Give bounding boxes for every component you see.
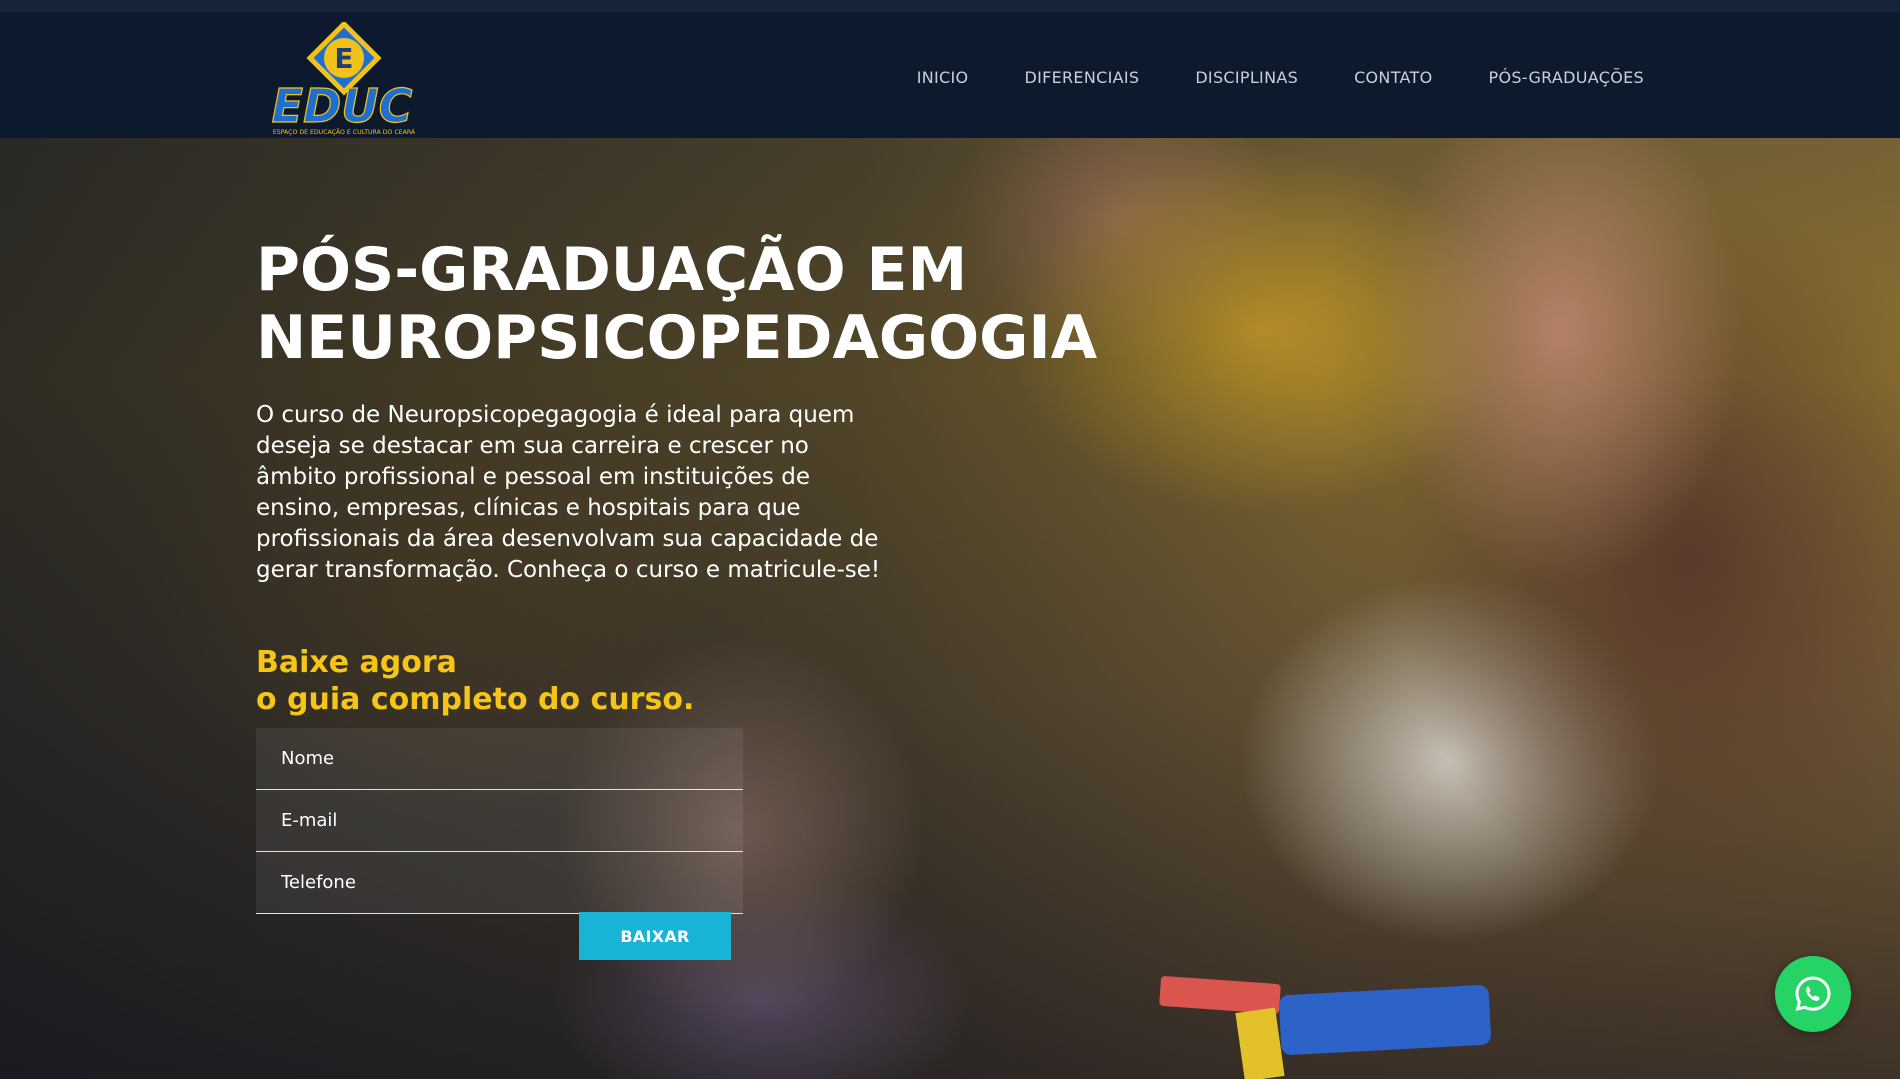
site-header: E EDUC ESPAÇO DE EDUCAÇÃO E CULTURA DO C… bbox=[0, 0, 1900, 138]
hero-title-line1: PÓS-GRADUAÇÃO EM bbox=[256, 235, 968, 305]
name-input[interactable] bbox=[281, 748, 743, 769]
whatsapp-button[interactable] bbox=[1775, 956, 1851, 1032]
educ-logo-icon: E EDUC ESPAÇO DE EDUCAÇÃO E CULTURA DO C… bbox=[271, 20, 416, 136]
lead-form-heading-line1: Baixe agora bbox=[256, 645, 457, 680]
phone-field-wrapper bbox=[256, 852, 743, 914]
educ-logo[interactable]: E EDUC ESPAÇO DE EDUCAÇÃO E CULTURA DO C… bbox=[268, 20, 420, 140]
download-button[interactable]: BAIXAR bbox=[579, 912, 731, 960]
logo-tagline: ESPAÇO DE EDUCAÇÃO E CULTURA DO CEARÁ bbox=[273, 127, 416, 136]
phone-input[interactable] bbox=[281, 872, 743, 893]
nav-item-contato[interactable]: CONTATO bbox=[1354, 68, 1432, 87]
main-nav: INICIO DIFERENCIAIS DISCIPLINAS CONTATO … bbox=[917, 68, 1644, 87]
toy-block-blue bbox=[1278, 984, 1492, 1056]
lead-form-heading-line2: o guia completo do curso. bbox=[256, 682, 695, 717]
lead-form-heading: Baixe agora o guia completo do curso. bbox=[256, 644, 756, 718]
lead-form bbox=[256, 728, 743, 914]
logo-initial: E bbox=[334, 42, 353, 75]
email-input[interactable] bbox=[281, 810, 743, 831]
whatsapp-icon bbox=[1795, 976, 1831, 1012]
nav-item-diferenciais[interactable]: DIFERENCIAIS bbox=[1024, 68, 1139, 87]
logo-wordmark: EDUC bbox=[272, 79, 413, 133]
hero-description: O curso de Neuropsicopegagogia é ideal p… bbox=[256, 402, 881, 583]
nav-item-disciplinas[interactable]: DISCIPLINAS bbox=[1195, 68, 1298, 87]
nav-item-inicio[interactable]: INICIO bbox=[917, 68, 969, 87]
name-field-wrapper bbox=[256, 728, 743, 790]
hero-title-line2: NEUROPSICOPEDAGOGIA bbox=[256, 303, 1098, 373]
hero-title: PÓS-GRADUAÇÃO EM NEUROPSICOPEDAGOGIA bbox=[256, 236, 1156, 372]
email-field-wrapper bbox=[256, 790, 743, 852]
nav-item-pos-graduacoes[interactable]: PÓS-GRADUAÇÕES bbox=[1489, 68, 1645, 87]
